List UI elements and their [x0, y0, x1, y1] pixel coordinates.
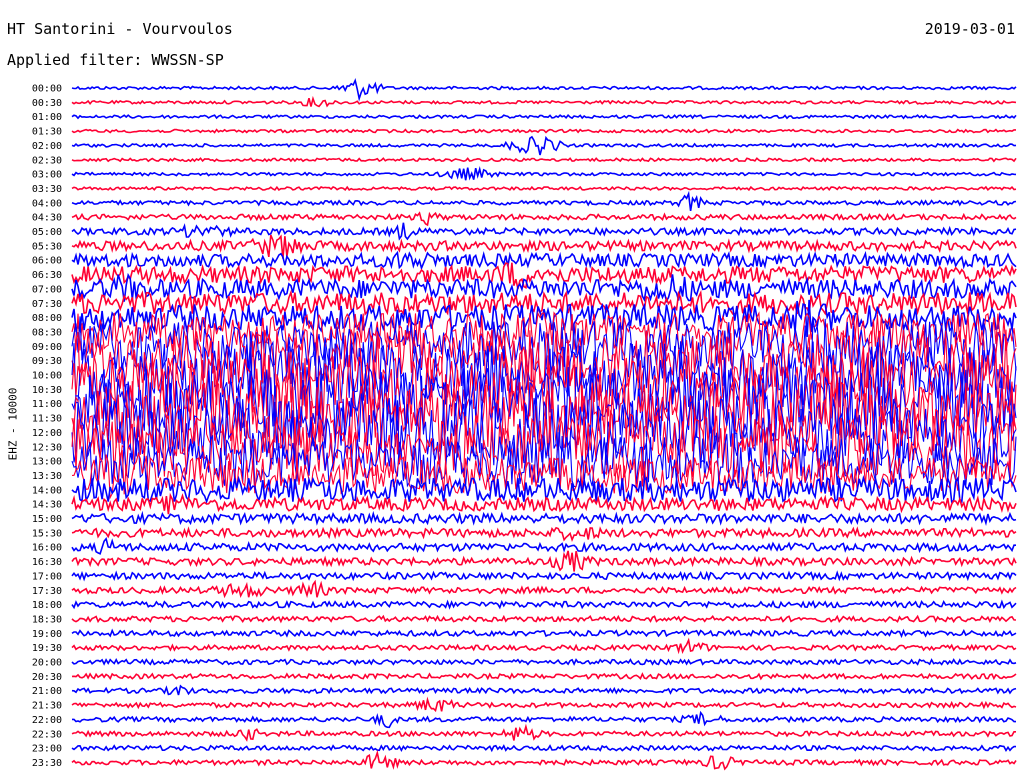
tick-label: 19:30	[32, 643, 62, 654]
trace-line	[71, 78, 1017, 102]
tick-label: 20:30	[32, 672, 62, 683]
trace-line	[71, 113, 1017, 120]
time-tick-labels: 00:00 00:30 01:00 01:30 02:00 02:30 03:00 03:30…	[32, 84, 62, 769]
tick-label: 01:30	[32, 127, 62, 138]
trace-line	[71, 510, 1017, 527]
tick-label: 16:00	[32, 543, 62, 554]
seismic-traces	[71, 78, 1017, 771]
trace-line	[72, 710, 1016, 729]
tick-label: 00:30	[32, 98, 62, 109]
tick-label: 13:30	[32, 471, 62, 482]
trace-line	[71, 614, 1017, 624]
tick-label: 18:00	[32, 600, 62, 611]
tick-label: 03:00	[32, 170, 62, 181]
tick-label: 21:00	[32, 686, 62, 697]
tick-label: 09:00	[32, 342, 62, 353]
tick-label: 07:00	[32, 284, 62, 295]
tick-label: 20:00	[32, 658, 62, 669]
trace-line	[71, 637, 1017, 655]
tick-label: 08:00	[32, 313, 62, 324]
trace-line	[71, 211, 1017, 227]
trace-line	[71, 599, 1017, 610]
tick-label: 04:30	[32, 213, 62, 224]
trace-line	[71, 135, 1017, 156]
trace-line	[71, 536, 1016, 555]
tick-label: 21:30	[32, 701, 62, 712]
tick-label: 04:00	[32, 198, 62, 209]
tick-label: 06:00	[32, 256, 62, 267]
tick-label: 09:30	[32, 356, 62, 367]
tick-label: 14:30	[32, 500, 62, 511]
trace-line	[71, 570, 1017, 582]
tick-label: 02:00	[32, 141, 62, 152]
tick-label: 23:00	[32, 744, 62, 755]
tick-label: 06:30	[32, 270, 62, 281]
trace-line	[71, 696, 1017, 713]
trace-line	[71, 657, 1017, 667]
trace-line	[71, 128, 1016, 134]
tick-label: 19:00	[32, 629, 62, 640]
trace-line	[71, 492, 1017, 515]
helicorder-plot: 00:00 00:30 01:00 01:30 02:00 02:30 03:00 03:30…	[32, 78, 1017, 771]
tick-label: 07:30	[32, 299, 62, 310]
tick-label: 05:30	[32, 241, 62, 252]
tick-label: 17:00	[32, 571, 62, 582]
tick-label: 03:30	[32, 184, 62, 195]
trace-line	[71, 157, 1017, 163]
trace-line	[71, 579, 1017, 599]
tick-label: 12:30	[32, 442, 62, 453]
tick-label: 14:00	[32, 485, 62, 496]
tick-label: 01:00	[32, 112, 62, 123]
trace-line	[71, 95, 1017, 108]
trace-line	[71, 749, 1017, 771]
trace-line	[71, 744, 1016, 753]
trace-line	[71, 684, 1017, 696]
trace-line	[71, 550, 1017, 572]
tick-label: 18:30	[32, 614, 62, 625]
trace-line	[71, 165, 1017, 181]
tick-label: 12:00	[32, 428, 62, 439]
trace-line	[71, 723, 1016, 742]
tick-label: 22:00	[32, 715, 62, 726]
tick-label: 02:30	[32, 155, 62, 166]
tick-label: 23:30	[32, 758, 62, 769]
trace-line	[71, 185, 1017, 192]
tick-label: 15:00	[32, 514, 62, 525]
tick-label: 11:30	[32, 414, 62, 425]
trace-line	[71, 222, 1017, 241]
tick-label: 22:30	[32, 729, 62, 740]
trace-line	[71, 250, 1017, 271]
trace-line	[71, 628, 1017, 639]
tick-label: 10:30	[32, 385, 62, 396]
trace-line	[71, 190, 1017, 212]
trace-line	[71, 526, 1017, 542]
tick-label: 00:00	[32, 84, 62, 95]
tick-label: 16:30	[32, 557, 62, 568]
tick-label: 13:00	[32, 457, 62, 468]
trace-line	[71, 672, 1017, 681]
tick-label: 11:00	[32, 399, 62, 410]
tick-label: 10:00	[32, 371, 62, 382]
tick-label: 15:30	[32, 528, 62, 539]
tick-label: 08:30	[32, 327, 62, 338]
tick-label: 05:00	[32, 227, 62, 238]
tick-label: 17:30	[32, 586, 62, 597]
